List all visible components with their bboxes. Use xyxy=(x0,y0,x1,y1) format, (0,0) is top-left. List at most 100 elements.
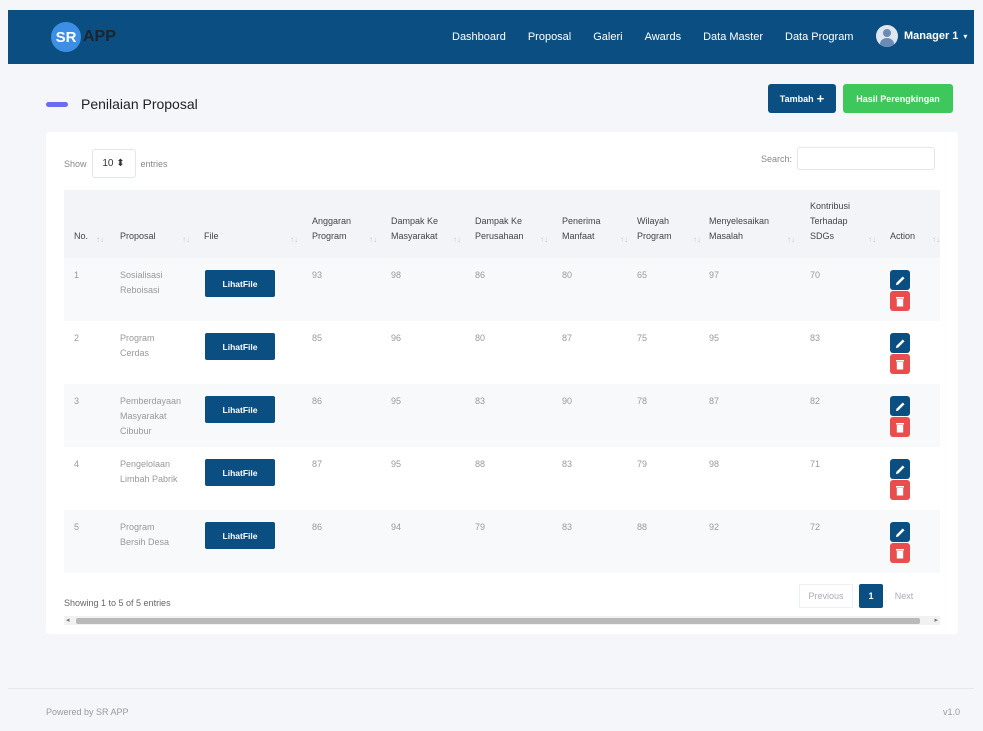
entries-length-control: Show 10 ⬍ entries xyxy=(64,149,168,178)
cell-dampak-perusahaan: 86 xyxy=(475,270,486,280)
entries-select[interactable]: 10 ⬍ xyxy=(91,149,136,178)
view-file-button[interactable]: LihatFile xyxy=(205,459,275,486)
cell-dampak-perusahaan: 80 xyxy=(475,333,486,343)
column-header-text: Perusahaan xyxy=(475,231,524,241)
page-title: Penilaian Proposal xyxy=(81,96,198,112)
sort-icon[interactable]: ↑↓ xyxy=(932,235,940,244)
cell-menyelesaikan-masalah: 97 xyxy=(709,270,720,280)
view-file-button[interactable]: LihatFile xyxy=(205,333,275,360)
sort-icon[interactable]: ↑↓ xyxy=(453,235,461,244)
cell-penerima-manfaat: 80 xyxy=(562,270,573,280)
table-row: 4 Pengelolaan Limbah Pabrik LihatFile 87 95 88… xyxy=(64,447,940,510)
footer-version: v1.0 xyxy=(942,707,960,717)
cell-wilayah-program: 88 xyxy=(637,522,648,532)
show-label: Show xyxy=(64,158,87,169)
column-header-text: Dampak Ke xyxy=(391,216,439,226)
delete-button[interactable] xyxy=(890,480,910,500)
page-header: Penilaian Proposal Tambah + Hasil Pereng… xyxy=(46,84,956,120)
ranking-result-button[interactable]: Hasil Perengkingan xyxy=(843,84,953,113)
search-label: Search: xyxy=(761,153,793,164)
nav-link-galeri[interactable]: Galeri xyxy=(593,31,622,43)
cell-no: 3 xyxy=(74,396,80,406)
sort-icon[interactable]: ↑↓ xyxy=(540,235,548,244)
brand-text: APP xyxy=(83,28,116,45)
cell-wilayah-program: 65 xyxy=(637,270,648,280)
pagination-page-1[interactable]: 1 xyxy=(859,584,883,608)
cell-no: 5 xyxy=(74,522,80,532)
view-file-button[interactable]: LihatFile xyxy=(205,270,275,297)
nav-links: Dashboard Proposal Galeri Awards Data Ma… xyxy=(452,10,875,64)
cell-dampak-masyarakat: 95 xyxy=(391,396,402,406)
view-file-button[interactable]: LihatFile xyxy=(205,522,275,549)
column-header-dampak-masyarakat[interactable]: Dampak Ke Masyarakat xyxy=(391,214,438,244)
sort-icon[interactable]: ↑↓ xyxy=(369,235,377,244)
column-header-wilayah-program[interactable]: Wilayah Program xyxy=(637,214,672,244)
search-input[interactable] xyxy=(797,147,936,170)
nav-link-dashboard[interactable]: Dashboard xyxy=(452,31,506,43)
pencil-icon xyxy=(895,464,905,474)
edit-button[interactable] xyxy=(890,459,910,479)
delete-button[interactable] xyxy=(890,354,910,374)
nav-link-awards[interactable]: Awards xyxy=(645,31,681,43)
cell-kontribusi-sdgs: 83 xyxy=(810,333,821,343)
column-header-proposal[interactable]: Proposal xyxy=(120,229,156,244)
nav-link-proposal[interactable]: Proposal xyxy=(528,31,571,43)
sort-icon[interactable]: ↑↓ xyxy=(290,235,298,244)
delete-button[interactable] xyxy=(890,417,910,437)
cell-dampak-masyarakat: 98 xyxy=(391,270,402,280)
cell-penerima-manfaat: 87 xyxy=(562,333,573,343)
column-header-no[interactable]: No. xyxy=(74,229,88,244)
sort-icon[interactable]: ↑↓ xyxy=(182,235,190,244)
cell-anggaran-program: 93 xyxy=(312,270,323,280)
column-header-text: Dampak Ke xyxy=(475,216,523,226)
cell-no: 1 xyxy=(74,270,80,280)
column-header-text: SDGs xyxy=(810,231,835,241)
edit-button[interactable] xyxy=(890,396,910,416)
cell-wilayah-program: 78 xyxy=(637,396,648,406)
scroll-left-icon[interactable]: ◂ xyxy=(66,616,70,625)
sort-icon[interactable]: ↑↓ xyxy=(787,235,795,244)
pagination-previous[interactable]: Previous xyxy=(799,584,853,608)
proposal-name-line: Bersih Desa xyxy=(120,537,170,547)
column-header-text: File xyxy=(204,231,219,241)
column-header-kontribusi-sdgs[interactable]: Kontribusi Terhadap SDGs xyxy=(810,199,850,244)
horizontal-scrollbar[interactable]: ◂ ▸ xyxy=(64,616,940,625)
view-file-button[interactable]: LihatFile xyxy=(205,396,275,423)
edit-button[interactable] xyxy=(890,522,910,542)
proposal-card: Show 10 ⬍ entries Search: No. ↑↓ Proposal ↑… xyxy=(46,132,958,634)
table-row: 1 Sosialisasi Reboisasi LihatFile 93 98 86 80 65… xyxy=(64,258,940,321)
trash-icon xyxy=(896,485,904,495)
delete-button[interactable] xyxy=(890,291,910,311)
navbar: SR APP Dashboard Proposal Galeri Awards … xyxy=(8,10,974,64)
column-header-action[interactable]: Action xyxy=(890,229,915,244)
cell-no: 4 xyxy=(74,459,80,469)
sort-icon[interactable]: ↑↓ xyxy=(693,235,701,244)
column-header-file[interactable]: File xyxy=(204,229,219,244)
cell-no: 2 xyxy=(74,333,80,343)
pagination-next[interactable]: Next xyxy=(883,584,925,608)
column-header-penerima-manfaat[interactable]: Penerima Manfaat xyxy=(562,214,601,244)
brand[interactable]: SR APP xyxy=(51,22,116,52)
sort-icon[interactable]: ↑↓ xyxy=(868,235,876,244)
nav-link-data-master[interactable]: Data Master xyxy=(703,31,763,43)
edit-button[interactable] xyxy=(890,270,910,290)
add-button[interactable]: Tambah + xyxy=(768,84,836,113)
column-header-text: Action xyxy=(890,231,916,241)
column-header-text: Menyelesaikan xyxy=(709,216,770,226)
column-header-text: Proposal xyxy=(120,231,156,241)
table-body: 1 Sosialisasi Reboisasi LihatFile 93 98 86 80 65… xyxy=(64,258,940,573)
sort-icon[interactable]: ↑↓ xyxy=(620,235,628,244)
edit-button[interactable] xyxy=(890,333,910,353)
footer: Powered by SR APP v1.0 xyxy=(8,688,974,730)
column-header-anggaran-program[interactable]: Anggaran Program xyxy=(312,214,351,244)
scroll-right-icon[interactable]: ▸ xyxy=(934,616,938,625)
column-header-dampak-perusahaan[interactable]: Dampak Ke Perusahaan xyxy=(475,214,524,244)
delete-button[interactable] xyxy=(890,543,910,563)
user-menu[interactable]: Manager 1 ▾ xyxy=(876,25,967,47)
add-button-label: Tambah xyxy=(779,93,814,104)
column-header-menyelesaikan-masalah[interactable]: Menyelesaikan Masalah xyxy=(709,214,769,244)
scrollbar-thumb[interactable] xyxy=(76,618,920,624)
sort-icon[interactable]: ↑↓ xyxy=(96,235,104,244)
nav-link-data-program[interactable]: Data Program xyxy=(785,31,853,43)
cell-dampak-perusahaan: 79 xyxy=(475,522,486,532)
